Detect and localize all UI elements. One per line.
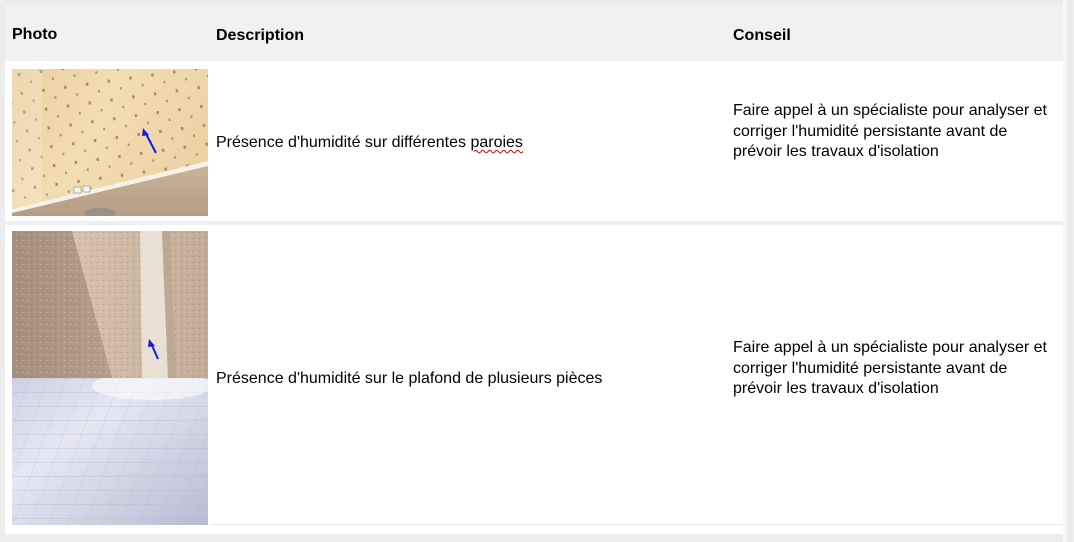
header-photo: Photo — [12, 26, 58, 43]
header-advice: Conseil — [733, 27, 791, 44]
header-description: Description — [216, 27, 305, 44]
photo-ceiling-humidity — [12, 231, 208, 378]
photo-wall-humidity — [12, 69, 208, 216]
row-divider — [211, 524, 1063, 525]
row2-description: Présence d'humidité sur le plafond de pl… — [216, 370, 603, 387]
report-table: Photo Description Conseil Présence d'hum… — [5, 5, 1063, 534]
row1-advice: Faire appel à un spécialiste pour analys… — [733, 102, 1047, 160]
right-gutter — [1063, 0, 1067, 542]
ceiling-tiles-photo-image — [12, 378, 208, 525]
row1-description: Présence d'humidité sur différentes paro… — [216, 134, 523, 151]
wall-photo-image — [12, 69, 208, 216]
row2-advice: Faire appel à un spécialiste pour analys… — [733, 339, 1047, 397]
table-header-row: Photo Description Conseil — [5, 5, 1063, 64]
flagged-word: paroies — [470, 134, 523, 151]
photo-ceiling-tiles — [12, 378, 208, 525]
ceiling-corner-photo-image — [12, 231, 208, 378]
row-divider — [5, 221, 1063, 225]
